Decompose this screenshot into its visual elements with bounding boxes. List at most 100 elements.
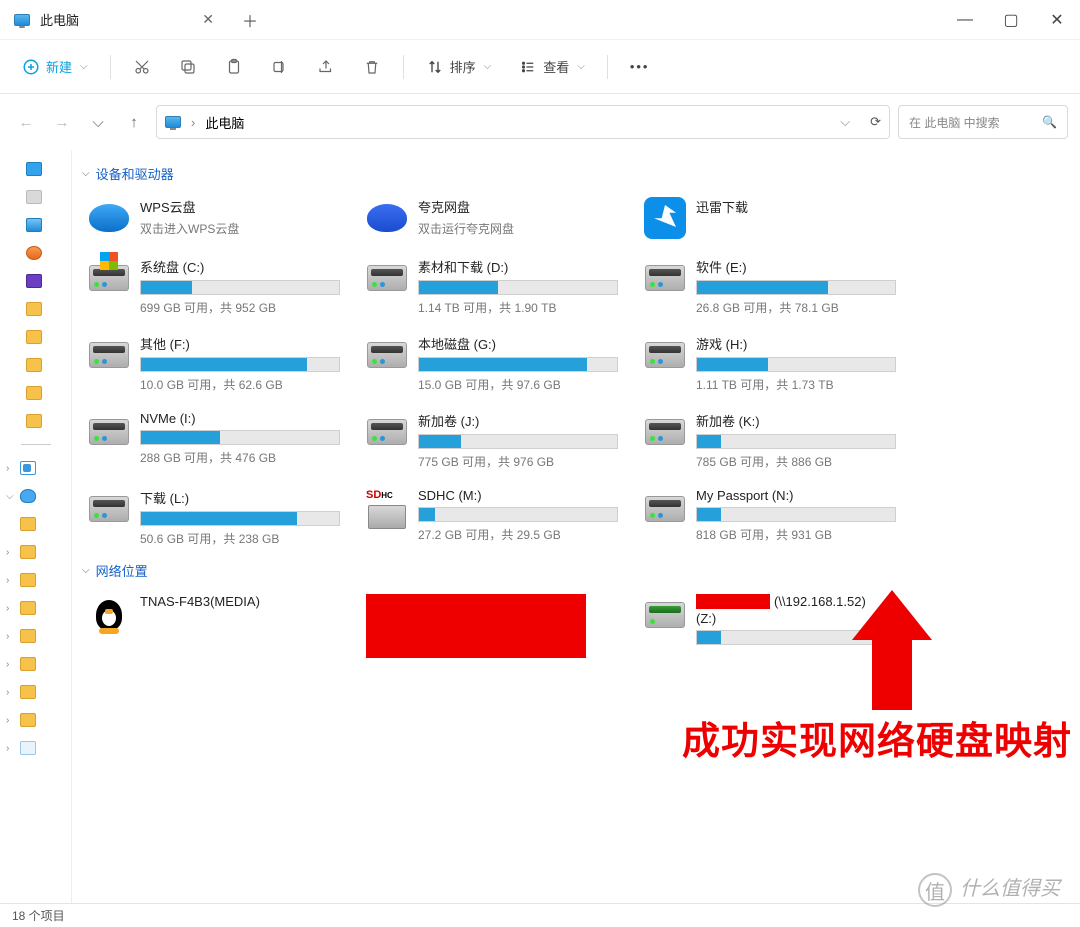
sidebar-item-music[interactable]	[8, 242, 64, 264]
sidebar-item-folder[interactable]	[8, 354, 64, 376]
sidebar-item-pictures[interactable]	[8, 214, 64, 236]
new-tab-button[interactable]: ＋	[230, 0, 270, 39]
usage-bar	[418, 280, 618, 295]
drive-subtitle: 双击进入WPS云盘	[140, 220, 354, 237]
view-button[interactable]: 查看 ⌵	[509, 51, 595, 82]
tux-icon	[88, 594, 130, 636]
drive-free-space: 699 GB 可用，共 952 GB	[140, 299, 354, 316]
drive-item[interactable]: 游戏 (H:)1.11 TB 可用，共 1.73 TB	[638, 330, 916, 397]
copy-button[interactable]	[169, 52, 207, 82]
drive-free-space: 26.8 GB 可用，共 78.1 GB	[696, 299, 910, 316]
usage-bar	[696, 357, 896, 372]
drive-item[interactable]: 新加卷 (K:)785 GB 可用，共 886 GB	[638, 407, 916, 474]
drive-item[interactable]: 系统盘 (C:) 699 GB 可用，共 952 GB	[82, 253, 360, 320]
drive-free-space: 1.14 TB 可用，共 1.90 TB	[418, 299, 632, 316]
sidebar-item-folder[interactable]: ›	[0, 597, 71, 619]
sort-icon	[426, 58, 444, 76]
chevron-down-icon: ⌵	[82, 168, 90, 179]
drive-item[interactable]: SDHCSDHC (M:)27.2 GB 可用，共 29.5 GB	[360, 484, 638, 551]
watermark: 值什么值得买	[918, 872, 1060, 907]
disk-icon	[367, 419, 407, 445]
drive-item[interactable]: 下载 (L:)50.6 GB 可用，共 238 GB	[82, 484, 360, 551]
cut-button[interactable]	[123, 52, 161, 82]
drive-item[interactable]: 其他 (F:) 10.0 GB 可用，共 62.6 GB	[82, 330, 360, 397]
sidebar-item-desktop[interactable]	[8, 158, 64, 180]
sidebar-item-onedrive[interactable]: ›	[0, 457, 71, 479]
sidebar-item-videos[interactable]	[8, 270, 64, 292]
disk-icon	[645, 419, 685, 445]
new-button[interactable]: 新建 ⌵	[12, 51, 98, 82]
close-window-button[interactable]: ✕	[1034, 0, 1080, 39]
disk-icon	[645, 265, 685, 291]
breadcrumb[interactable]: 此电脑	[205, 113, 244, 132]
sidebar-item-folder[interactable]	[8, 326, 64, 348]
annotation-arrow	[852, 590, 932, 710]
group-devices-header[interactable]: ⌵ 设备和驱动器	[82, 164, 1068, 183]
refresh-button[interactable]: ⟳	[870, 114, 881, 130]
drive-name: 新加卷 (J:)	[418, 411, 632, 430]
pc-icon	[165, 116, 181, 128]
usage-bar	[140, 511, 340, 526]
address-bar[interactable]: › 此电脑 ⌵ ⟳	[156, 105, 890, 139]
sidebar-item-folder[interactable]	[8, 410, 64, 432]
delete-button[interactable]	[353, 52, 391, 82]
drive-name: 软件 (E:)	[696, 257, 910, 276]
drive-item[interactable]: 本地磁盘 (G:)15.0 GB 可用，共 97.6 GB	[360, 330, 638, 397]
annotation-text: 成功实现网络硬盘映射	[682, 710, 1072, 765]
plus-circle-icon	[22, 58, 40, 76]
search-input[interactable]: 在 此电脑 中搜索 🔍	[898, 105, 1068, 139]
sidebar-item-folder[interactable]: ›	[0, 709, 71, 731]
wps-cloud-icon	[89, 204, 129, 232]
tab-title: 此电脑	[40, 10, 79, 29]
maximize-button[interactable]: ▢	[988, 0, 1034, 39]
disk-icon	[367, 265, 407, 291]
windows-disk-icon	[89, 265, 129, 291]
sidebar-item-folder[interactable]	[0, 513, 71, 535]
paste-button[interactable]	[215, 52, 253, 82]
drive-name: 迅雷下载	[696, 197, 910, 216]
sidebar-item-folder[interactable]: ›	[0, 569, 71, 591]
usage-bar	[696, 280, 896, 295]
sidebar-item-folder[interactable]	[8, 382, 64, 404]
nav-back-button[interactable]: ←	[12, 108, 40, 136]
nav-recent-button[interactable]: ⌵	[84, 108, 112, 136]
sidebar-item-cloud[interactable]: ⌵	[0, 485, 71, 507]
address-dropdown-icon[interactable]: ⌵	[840, 114, 850, 130]
disk-icon	[367, 342, 407, 368]
cloud-drive-item[interactable]: 夸克网盘双击运行夸克网盘	[360, 193, 638, 243]
more-button[interactable]: •••	[620, 53, 660, 80]
drive-free-space: 10.0 GB 可用，共 62.6 GB	[140, 376, 354, 393]
nav-forward-button[interactable]: →	[48, 108, 76, 136]
drive-item[interactable]: 软件 (E:) 26.8 GB 可用，共 78.1 GB	[638, 253, 916, 320]
share-button[interactable]	[307, 52, 345, 82]
network-drive-redacted[interactable]	[360, 590, 638, 662]
sidebar-item-folder[interactable]: ›	[0, 625, 71, 647]
cloud-drive-item[interactable]: 迅雷下载	[638, 193, 916, 243]
minimize-button[interactable]: —	[942, 0, 988, 39]
nav-up-button[interactable]: ↑	[120, 108, 148, 136]
sort-button[interactable]: 排序 ⌵	[416, 51, 502, 82]
separator	[403, 55, 404, 79]
drive-name: 游戏 (H:)	[696, 334, 910, 353]
drive-item[interactable]: 素材和下载 (D:)1.14 TB 可用，共 1.90 TB	[360, 253, 638, 320]
sidebar-item-folder[interactable]	[8, 298, 64, 320]
sidebar-item-folder[interactable]: ›	[0, 737, 71, 759]
drive-item[interactable]: 新加卷 (J:)775 GB 可用，共 976 GB	[360, 407, 638, 474]
sidebar-item-documents[interactable]	[8, 186, 64, 208]
sidebar-item-folder[interactable]: ›	[0, 681, 71, 703]
sidebar-item-folder[interactable]: ›	[0, 653, 71, 675]
window-tab[interactable]: 此电脑 ✕	[0, 0, 230, 39]
drive-name: 其他 (F:)	[140, 334, 354, 353]
new-label: 新建	[46, 57, 72, 76]
sidebar-item-folder[interactable]: ›	[0, 541, 71, 563]
cloud-drive-item[interactable]: WPS云盘双击进入WPS云盘	[82, 193, 360, 243]
drive-item[interactable]: My Passport (N:)818 GB 可用，共 931 GB	[638, 484, 916, 551]
close-tab-icon[interactable]: ✕	[202, 11, 214, 28]
rename-button[interactable]	[261, 52, 299, 82]
view-icon	[519, 58, 537, 76]
group-network-header[interactable]: ⌵ 网络位置	[82, 561, 1068, 580]
drive-name: 系统盘 (C:)	[140, 257, 354, 276]
drive-item[interactable]: NVMe (I:)288 GB 可用，共 476 GB	[82, 407, 360, 474]
trash-icon	[363, 58, 381, 76]
network-drive-tnas[interactable]: TNAS-F4B3(MEDIA)	[82, 590, 360, 662]
